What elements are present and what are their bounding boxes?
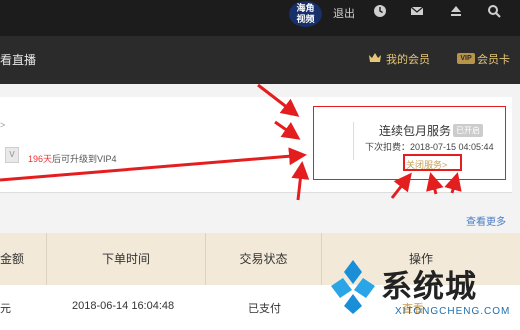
arrow-1 <box>257 83 300 117</box>
arrow-3 <box>0 147 307 182</box>
watermark-logo <box>331 260 375 314</box>
watermark-url: XITONGCHENG.COM <box>395 306 511 317</box>
watermark-text: 系统城 <box>381 269 477 304</box>
arrow-5 <box>390 172 412 199</box>
arrow-4 <box>291 161 310 201</box>
arrow-6 <box>426 172 444 195</box>
arrow-2 <box>274 120 301 140</box>
arrow-7 <box>444 172 462 194</box>
